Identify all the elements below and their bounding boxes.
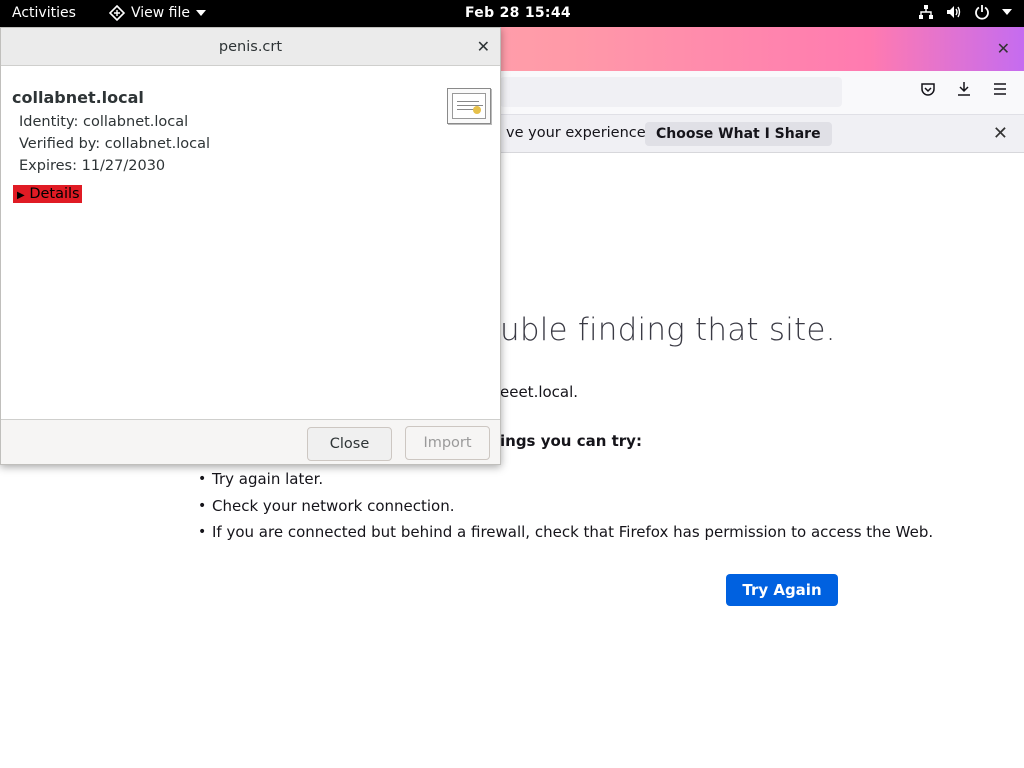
- network-icon: [919, 5, 933, 19]
- chevron-down-icon: [196, 10, 206, 16]
- activities-button[interactable]: Activities: [12, 5, 76, 21]
- download-icon[interactable]: [953, 81, 975, 103]
- power-icon: [975, 5, 989, 20]
- certificate-verified-by: Verified by: collabnet.local: [19, 136, 210, 152]
- notification-text: ve your experience.: [506, 125, 651, 141]
- certificate-identity: Identity: collabnet.local: [19, 114, 189, 130]
- details-expander[interactable]: ▶ Details: [13, 185, 82, 203]
- pocket-icon[interactable]: [917, 81, 939, 103]
- try-again-button[interactable]: Try Again: [726, 574, 838, 606]
- error-title: uble finding that site.: [500, 312, 836, 348]
- system-tray[interactable]: [918, 4, 1012, 20]
- close-icon[interactable]: ✕: [993, 123, 1008, 144]
- error-try-heading: ings you can try:: [500, 432, 642, 450]
- list-item: • Check your network connection.: [198, 496, 455, 515]
- choose-what-i-share-button[interactable]: Choose What I Share: [645, 122, 832, 146]
- dialog-body: collabnet.local Identity: collabnet.loca…: [1, 66, 500, 419]
- menu-icon[interactable]: [989, 81, 1011, 103]
- dialog-title: penis.crt: [218, 39, 283, 55]
- close-icon[interactable]: ✕: [477, 37, 490, 56]
- app-icon: [109, 5, 125, 21]
- dialog-footer: Close Import: [1, 419, 500, 464]
- volume-icon: [947, 6, 961, 18]
- certificate-icon: [447, 88, 491, 124]
- certificate-dialog: penis.crt ✕ collabnet.local Identity: co…: [0, 27, 501, 465]
- clock[interactable]: Feb 28 15:44: [465, 5, 571, 21]
- app-menu[interactable]: View file: [109, 5, 206, 21]
- import-button[interactable]: Import: [405, 426, 490, 460]
- close-icon[interactable]: ✕: [997, 39, 1010, 58]
- details-label: Details: [29, 186, 80, 202]
- error-suggestions-list: • Try again later. • Check your network co…: [198, 466, 933, 546]
- certificate-expires: Expires: 11/27/2030: [19, 158, 166, 174]
- app-name: View file: [131, 5, 190, 21]
- certificate-name: collabnet.local: [12, 88, 144, 107]
- error-subtitle: eeet.local.: [500, 383, 579, 401]
- gnome-top-bar: Activities View file Feb 28 15:44: [0, 0, 1024, 27]
- triangle-right-icon: ▶: [17, 190, 25, 201]
- list-item: • If you are connected but behind a firew…: [198, 523, 934, 542]
- url-bar[interactable]: [500, 77, 842, 107]
- list-item: • Try again later.: [198, 470, 324, 489]
- chevron-down-icon: [1002, 9, 1012, 15]
- dialog-header[interactable]: penis.crt ✕: [1, 28, 500, 66]
- close-button[interactable]: Close: [307, 427, 392, 461]
